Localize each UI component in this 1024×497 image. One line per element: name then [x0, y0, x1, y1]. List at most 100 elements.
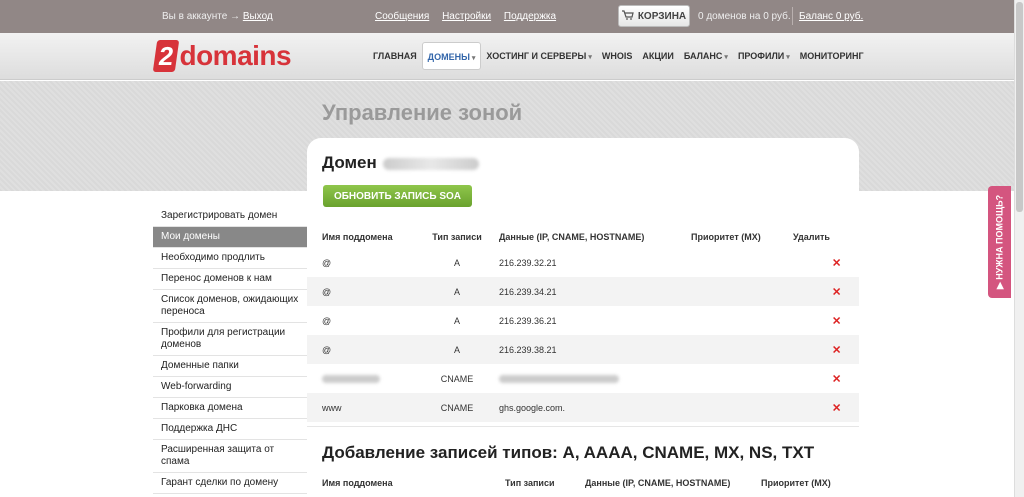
chevron-down-icon: ▾ — [588, 54, 592, 61]
record-data: 216.239.38.21 — [499, 344, 557, 355]
chevron-down-icon: ▾ — [471, 55, 476, 62]
chevron-down-icon: ▾ — [786, 54, 790, 61]
sidebar-item-transfer[interactable]: Перенос доменов к нам — [153, 269, 307, 290]
nav-label: АКЦИИ — [642, 51, 674, 61]
balance-link[interactable]: Баланс 0 руб. — [799, 11, 863, 22]
nav-label: БАЛАНС — [683, 51, 723, 61]
logout-link[interactable]: Выход — [243, 11, 273, 22]
col-delete: Удалить — [793, 232, 830, 242]
domain-label: Домен — [322, 153, 377, 172]
record-name-redacted — [322, 374, 380, 384]
zone-card: Домен ОБНОВИТЬ ЗАПИСЬ SOA Имя поддомена … — [307, 138, 859, 497]
table-row: CNAME ✕ — [307, 364, 859, 393]
nav-profiles[interactable]: ПРОФИЛИ ▾ — [733, 42, 795, 70]
sidebar-item-my-domains[interactable]: Мои домены — [153, 227, 317, 249]
record-data: 216.239.34.21 — [499, 286, 557, 297]
sidebar-item-pending-transfer[interactable]: Список доменов, ожидающих переноса — [153, 290, 307, 323]
record-name: @ — [322, 257, 332, 268]
nav-hosting[interactable]: ХОСТИНГ И СЕРВЕРЫ ▾ — [481, 42, 596, 70]
delete-icon[interactable]: ✕ — [832, 285, 841, 298]
delete-icon[interactable]: ✕ — [832, 372, 841, 385]
delete-icon[interactable]: ✕ — [832, 314, 841, 327]
sidebar-item-dns-support[interactable]: Поддержка ДНС — [153, 419, 307, 440]
add-records-header: Имя поддомена Тип записи Данные (IP, CNA… — [307, 474, 859, 494]
account-text: Вы в аккаунте → — [162, 11, 241, 22]
sidebar-item-folders[interactable]: Доменные папки — [153, 356, 307, 377]
nav-balance[interactable]: БАЛАНС ▾ — [679, 42, 733, 70]
record-data-redacted — [499, 374, 619, 384]
col-priority: Приоритет (MX) — [761, 478, 831, 488]
sidebar-item-spam-protection[interactable]: Расширенная защита от спама — [153, 440, 307, 473]
nav-label: ДОМЕНЫ — [427, 52, 470, 62]
cart-info: 0 доменов на 0 руб. — [698, 11, 791, 22]
record-name: @ — [322, 344, 332, 355]
nav-label: ГЛАВНАЯ — [373, 51, 417, 61]
site-header: 2 domains ГЛАВНАЯ ДОМЕНЫ ▾ ХОСТИНГ И СЕРВ… — [0, 33, 1024, 80]
delete-icon[interactable]: ✕ — [832, 256, 841, 269]
section-divider — [307, 426, 859, 427]
update-soa-button[interactable]: ОБНОВИТЬ ЗАПИСЬ SOA — [323, 185, 472, 207]
sidebar-item-escrow[interactable]: Гарант сделки по домену — [153, 473, 307, 494]
divider — [792, 7, 793, 25]
record-type: A — [453, 286, 460, 297]
domain-heading: Домен — [322, 153, 479, 173]
dns-records-table: Имя поддомена Тип записи Данные (IP, CNA… — [307, 226, 859, 422]
scrollbar[interactable] — [1014, 0, 1024, 497]
nav-home[interactable]: ГЛАВНАЯ — [368, 42, 422, 70]
sidebar-item-parking[interactable]: Парковка домена — [153, 398, 307, 419]
col-subdomain: Имя поддомена — [322, 478, 393, 488]
sidebar-item-register[interactable]: Зарегистрировать домен — [153, 206, 307, 227]
record-name: @ — [322, 286, 332, 297]
record-type: CNAME — [440, 373, 474, 384]
add-records-title: Добавление записей типов: A, AAAA, CNAME… — [322, 443, 815, 462]
col-data: Данные (IP, CNAME, HOSTNAME) — [499, 232, 645, 242]
scrollbar-thumb[interactable] — [1016, 2, 1023, 212]
record-type: A — [453, 315, 460, 326]
nav-label: ХОСТИНГ И СЕРВЕРЫ — [486, 51, 587, 61]
main-nav: ГЛАВНАЯ ДОМЕНЫ ▾ ХОСТИНГ И СЕРВЕРЫ ▾ WHOIS… — [368, 42, 869, 70]
record-type: CNAME — [440, 402, 474, 413]
col-priority: Приоритет (MX) — [691, 232, 761, 242]
nav-label: ПРОФИЛИ — [737, 51, 785, 61]
sidebar-item-renew[interactable]: Необходимо продлить — [153, 248, 307, 269]
delete-icon[interactable]: ✕ — [832, 401, 841, 414]
chevron-down-icon: ▾ — [724, 54, 728, 61]
sidebar-item-web-forwarding[interactable]: Web-forwarding — [153, 377, 307, 398]
delete-icon[interactable]: ✕ — [832, 343, 841, 356]
logo[interactable]: 2 domains — [152, 39, 292, 73]
table-row: @ A 216.239.36.21 ✕ — [307, 306, 859, 335]
record-name: @ — [322, 315, 332, 326]
support-link[interactable]: Поддержка — [504, 11, 556, 22]
table-header: Имя поддомена Тип записи Данные (IP, CNA… — [307, 226, 859, 248]
domain-name-redacted — [382, 157, 479, 170]
cart-icon — [621, 9, 634, 23]
record-name: www — [322, 402, 342, 413]
nav-monitoring[interactable]: МОНИТОРИНГ — [795, 42, 869, 70]
messages-link[interactable]: Сообщения — [375, 11, 429, 22]
help-label: ▶ НУЖНА ПОМОЩЬ? — [994, 194, 1004, 290]
nav-domains[interactable]: ДОМЕНЫ ▾ — [421, 42, 482, 70]
nav-promotions[interactable]: АКЦИИ — [637, 42, 679, 70]
col-data: Данные (IP, CNAME, HOSTNAME) — [585, 478, 731, 488]
logo-name: domains — [179, 40, 292, 71]
table-row: @ A 216.239.38.21 ✕ — [307, 335, 859, 364]
sidebar-item-profiles[interactable]: Профили для регистрации доменов — [153, 323, 307, 356]
account-status: Вы в аккаунте → Выход — [162, 11, 273, 22]
page-title: Управление зоной — [322, 100, 523, 125]
nav-label: WHOIS — [601, 51, 633, 61]
sidebar: Зарегистрировать домен Мои домены Необхо… — [153, 206, 317, 494]
help-tab[interactable]: ▶ НУЖНА ПОМОЩЬ? — [988, 186, 1011, 298]
table-row: @ A 216.239.32.21 ✕ — [307, 248, 859, 277]
col-type: Тип записи — [505, 478, 555, 488]
nav-whois[interactable]: WHOIS — [597, 42, 638, 70]
table-row: @ A 216.239.34.21 ✕ — [307, 277, 859, 306]
record-data: 216.239.32.21 — [499, 257, 557, 268]
top-links: Сообщения Настройки Поддержка — [375, 11, 566, 22]
record-type: A — [453, 257, 460, 268]
col-type: Тип записи — [432, 232, 482, 242]
table-row: www CNAME ghs.google.com. ✕ — [307, 393, 859, 422]
settings-link[interactable]: Настройки — [442, 11, 491, 22]
record-data: 216.239.36.21 — [499, 315, 557, 326]
cart-button[interactable]: КОРЗИНА — [618, 5, 690, 27]
top-bar: Вы в аккаунте → Выход Сообщения Настройк… — [0, 0, 1024, 33]
